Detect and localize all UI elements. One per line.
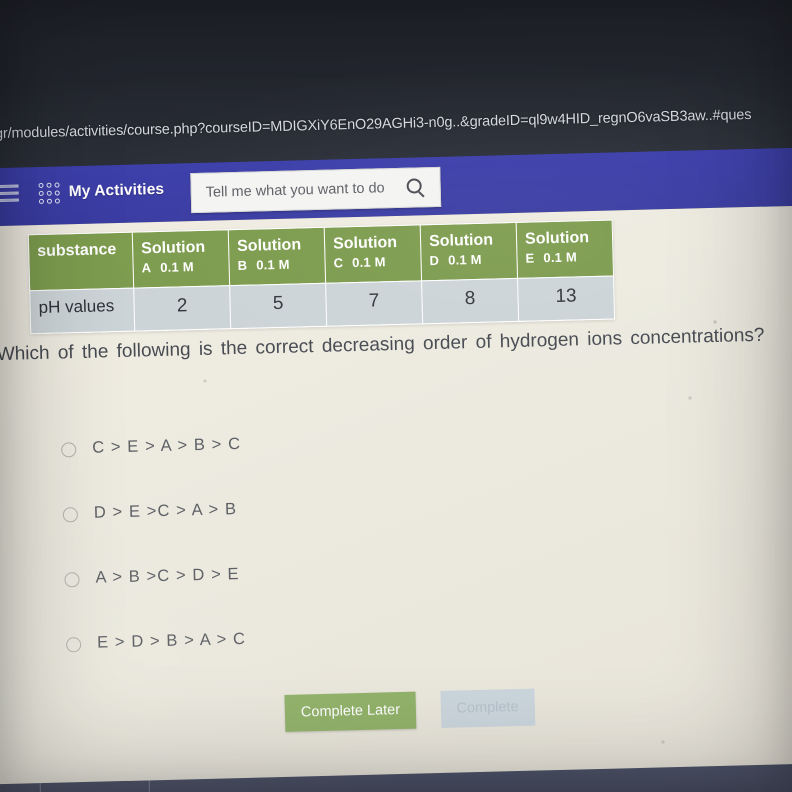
header-main-label: Solution [332, 233, 398, 253]
header-main-label: substance [36, 241, 117, 261]
complete-later-button[interactable]: Complete Later [284, 691, 417, 732]
header-main-label: Solution [140, 238, 206, 258]
screen-content: + m/gr/modules/activities/course.php?cou… [0, 0, 792, 792]
complete-button: Complete [440, 688, 536, 728]
table-header-solution-b: Solution B 0.1 M [228, 227, 326, 286]
hamburger-menu-icon[interactable] [0, 184, 19, 206]
header-letter: B [237, 257, 248, 273]
radio-button-icon[interactable] [62, 507, 79, 523]
app-grid-icon[interactable] [38, 182, 61, 205]
ph-value-e: 13 [517, 275, 615, 322]
table-header-solution-a: Solution A 0.1 M [132, 229, 230, 288]
header-main-label: Solution [524, 229, 590, 248]
ph-data-table: substance Solution A 0.1 M Solution B 0.1 … [28, 219, 615, 334]
header-main-label: Solution [428, 231, 494, 251]
radio-button-icon[interactable] [65, 637, 82, 653]
table-header-solution-d: Solution D 0.1 M [420, 222, 518, 281]
radio-button-icon[interactable] [64, 572, 80, 588]
table-header-solution-c: Solution C 0.1 M [324, 224, 422, 284]
ph-value-d: 8 [421, 278, 519, 324]
header-letter: C [333, 255, 344, 271]
app-title: My Activities [68, 180, 165, 201]
header-main-label: Solution [236, 236, 302, 255]
header-molarity: 0.1 M [447, 251, 482, 268]
header-molarity: 0.1 M [160, 258, 194, 275]
ph-value-c: 7 [325, 280, 423, 327]
answer-option-4[interactable]: E > D > B > A > C [65, 620, 587, 698]
header-letter: D [429, 252, 440, 269]
radio-button-icon[interactable] [61, 442, 77, 458]
divider [148, 780, 151, 792]
address-bar[interactable]: m/gr/modules/activities/course.php?cours… [0, 105, 792, 143]
new-tab-icon[interactable]: + [0, 78, 4, 101]
answer-option-label: C > E > A > B > C [91, 434, 242, 457]
photo-of-screen: + m/gr/modules/activities/course.php?cou… [0, 0, 792, 792]
header-letter: A [141, 260, 152, 276]
answer-option-label: A > B >C > D > E [95, 565, 240, 587]
question-page: substance Solution A 0.1 M Solution B 0.1 … [0, 205, 792, 787]
browser-chrome: + m/gr/modules/activities/course.php?cou… [0, 0, 792, 169]
table-header-substance: substance [28, 232, 134, 291]
ph-value-b: 5 [229, 283, 327, 329]
search-placeholder: Tell me what you want to do [205, 180, 385, 201]
footer-actions: Complete Later Complete [284, 688, 536, 732]
row-label-ph-values: pH values [29, 287, 135, 334]
answer-choices: C > E > A > B > C D > E >C > A > B A > B… [61, 425, 587, 698]
header-molarity: 0.1 M [256, 256, 290, 273]
header-letter: E [525, 250, 535, 266]
header-molarity: 0.1 M [543, 249, 578, 266]
answer-option-label: D > E >C > A > B [93, 500, 238, 522]
search-input[interactable]: Tell me what you want to do [190, 166, 442, 214]
ph-value-a: 2 [133, 285, 231, 332]
search-icon[interactable] [406, 178, 422, 194]
divider [39, 783, 43, 792]
header-molarity: 0.1 M [351, 254, 386, 270]
answer-option-label: E > D > B > A > C [96, 629, 247, 652]
table-header-solution-e: Solution E 0.1 M [516, 220, 614, 279]
